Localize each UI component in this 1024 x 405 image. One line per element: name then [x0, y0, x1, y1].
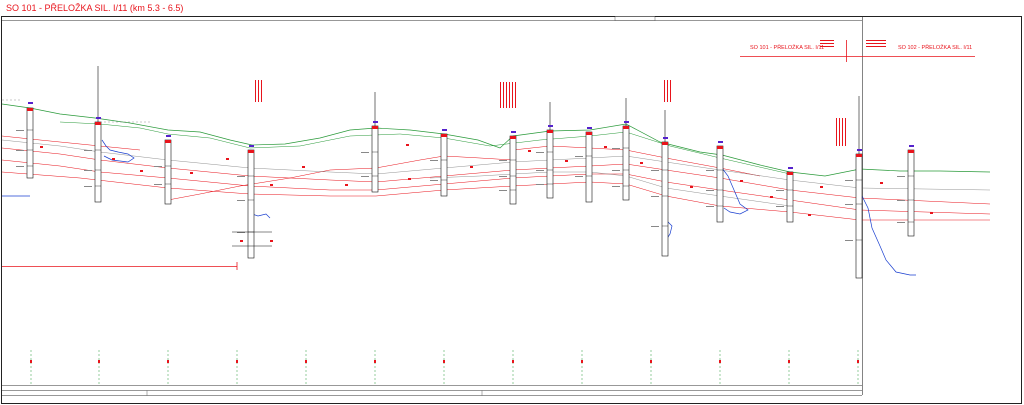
- borehole-10: [622, 125, 630, 201]
- boreholes: [26, 107, 915, 279]
- stationing-ticks: [30, 350, 859, 385]
- segment-label-right: SO 102 - PŘELOŽKA SIL. I/11: [898, 45, 973, 51]
- borehole-5: [371, 125, 379, 193]
- borehole-15: [907, 149, 915, 237]
- terrain-line: [1, 103, 991, 177]
- band-dividers: [146, 390, 483, 396]
- borehole-1: [26, 107, 34, 179]
- water-traces: [2, 139, 916, 276]
- borehole-id-labels: [28, 102, 914, 169]
- borehole-8: [546, 129, 554, 199]
- borehole-12: [716, 145, 724, 223]
- borehole-head-marks: [27, 108, 914, 175]
- borehole-6: [440, 133, 448, 197]
- survey-masts: [97, 66, 860, 154]
- borehole-2: [94, 121, 102, 203]
- stationing-dots: [30, 360, 859, 363]
- geological-profile-drawing: [1, 16, 1022, 404]
- borehole-4: [247, 149, 255, 259]
- elevation-label-stubs: [16, 130, 905, 241]
- segment-label-left: SO 101 - PŘELOŽKA SIL. I/11: [750, 45, 825, 51]
- top-band-label-box: [614, 16, 656, 21]
- borehole-3: [164, 139, 172, 205]
- borehole-13: [786, 171, 794, 223]
- borehole-9: [585, 131, 593, 203]
- layer-index-marks: [40, 144, 933, 242]
- borehole-14: [855, 153, 863, 279]
- borehole-7: [509, 135, 517, 205]
- borehole-11: [661, 141, 669, 257]
- page-title: SO 101 - PŘELOŽKA SIL. I/11 (km 5.3 - 6.…: [6, 3, 184, 13]
- layer-lines: [1, 135, 991, 221]
